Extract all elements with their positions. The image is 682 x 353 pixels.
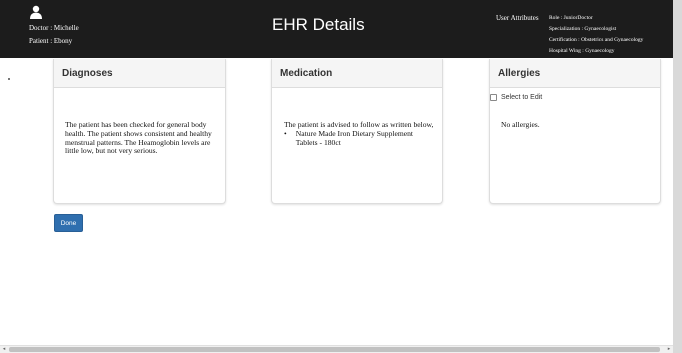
medication-title: Medication [272, 59, 442, 88]
attribute-specialization: Specialization : Gynaecologist [549, 26, 617, 32]
medication-item: • Nature Made Iron Dietary Supplement Ta… [284, 128, 434, 148]
top-header: Doctor : Michelle Patient : Ebony EHR De… [0, 0, 673, 58]
patient-name: Patient : Ebony [29, 37, 73, 45]
attribute-role: Role : JuniorDoctor [549, 15, 593, 21]
diagnoses-title: Diagnoses [54, 59, 225, 88]
doctor-name: Doctor : Michelle [29, 24, 79, 32]
attribute-hospital-wing: Hospital Wing : Gynaecology [549, 48, 615, 54]
done-button[interactable]: Done [54, 214, 83, 232]
medication-item-text: Nature Made Iron Dietary Supplement Tabl… [295, 128, 414, 147]
scrollbar-thumb[interactable] [9, 347, 660, 352]
left-edge-marker [8, 78, 10, 80]
allergies-card: Allergies Select to Edit No allergies. [489, 59, 661, 204]
user-attributes-label: User Attributes [496, 14, 539, 22]
user-icon [30, 5, 42, 19]
select-to-edit-checkbox[interactable] [490, 94, 497, 101]
page-title: EHR Details [272, 15, 365, 34]
horizontal-scrollbar[interactable]: ◂ ▸ [0, 345, 673, 353]
attribute-certification: Certification : Obstetrics and Gynaecolo… [549, 37, 644, 43]
allergies-text: No allergies. [501, 120, 540, 129]
user-attributes-list: Role : JuniorDoctor Specialization : Gyn… [549, 13, 643, 57]
app-window: Doctor : Michelle Patient : Ebony EHR De… [0, 0, 682, 353]
select-to-edit[interactable]: Select to Edit [490, 94, 542, 101]
chevron-left-icon[interactable]: ◂ [1, 346, 7, 353]
allergies-title: Allergies [490, 59, 660, 88]
chevron-right-icon[interactable]: ▸ [666, 346, 672, 353]
diagnoses-card: Diagnoses The patient has been checked f… [53, 59, 226, 204]
diagnoses-text: The patient has been checked for general… [65, 120, 212, 156]
medication-card: Medication The patient is advised to fol… [271, 59, 443, 204]
medication-body: The patient is advised to follow as writ… [284, 120, 434, 148]
select-to-edit-label: Select to Edit [501, 94, 543, 101]
bullet-icon: • [284, 128, 287, 138]
